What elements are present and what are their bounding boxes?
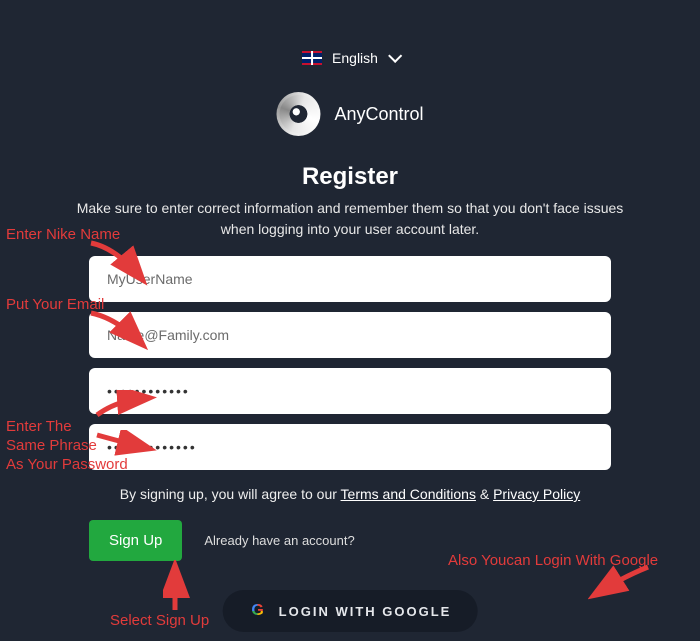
signup-button[interactable]: Sign Up xyxy=(89,520,182,561)
form-actions: Sign Up Already have an account? xyxy=(89,520,611,561)
chevron-down-icon xyxy=(388,49,402,63)
already-have-account[interactable]: Already have an account? xyxy=(204,533,354,548)
uk-flag-icon xyxy=(302,51,322,65)
agreement-prefix: By signing up, you will agree to our xyxy=(120,486,341,502)
language-label: English xyxy=(332,50,378,66)
brand-name: AnyControl xyxy=(334,104,423,125)
arrow-icon xyxy=(163,560,193,615)
login-with-google-button[interactable]: G LOGIN WITH GOOGLE xyxy=(223,590,478,632)
agreement-amp: & xyxy=(476,486,493,502)
language-selector[interactable]: English xyxy=(302,50,398,66)
email-field[interactable] xyxy=(89,312,611,358)
terms-link[interactable]: Terms and Conditions xyxy=(341,486,476,502)
page-subtitle: Make sure to enter correct information a… xyxy=(70,198,630,240)
confirm-password-field[interactable] xyxy=(89,424,611,470)
annotation-signup: Select Sign Up xyxy=(110,612,209,631)
register-form: By signing up, you will agree to our Ter… xyxy=(89,256,611,561)
page-title: Register xyxy=(0,163,700,191)
brand-logo-icon xyxy=(276,92,320,136)
brand: AnyControl xyxy=(276,92,423,136)
google-button-label: LOGIN WITH GOOGLE xyxy=(279,604,452,619)
privacy-link[interactable]: Privacy Policy xyxy=(493,486,580,502)
username-field[interactable] xyxy=(89,256,611,302)
arrow-icon xyxy=(588,562,658,602)
agreement-text: By signing up, you will agree to our Ter… xyxy=(89,486,611,502)
password-field[interactable] xyxy=(89,368,611,414)
google-icon: G xyxy=(249,602,267,620)
